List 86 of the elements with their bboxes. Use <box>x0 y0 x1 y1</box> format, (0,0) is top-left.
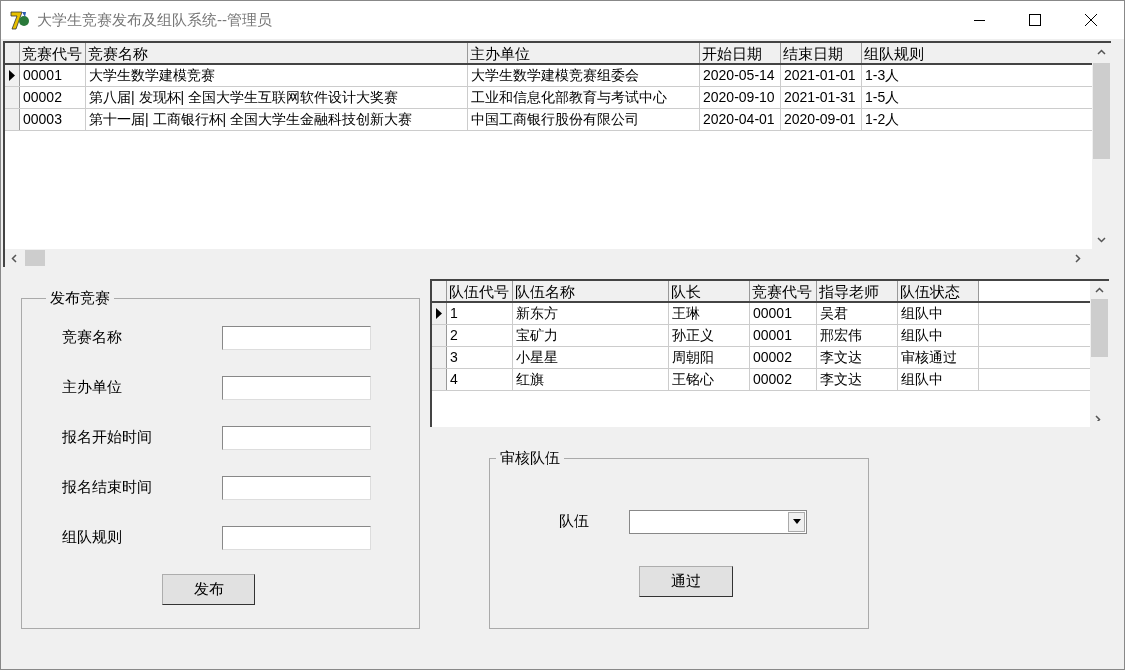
table-cell: 第八届| 发现杯| 全国大学生互联网软件设计大奖赛 <box>86 87 468 108</box>
table-cell: 组队中 <box>898 303 979 324</box>
field-label: 主办单位 <box>62 377 123 398</box>
column-header[interactable]: 队伍代号 <box>447 281 513 301</box>
table-cell: 2020-09-01 <box>781 109 862 130</box>
publish-button[interactable]: 发布 <box>162 573 255 605</box>
field-label: 报名结束时间 <box>62 477 153 498</box>
table-cell: 2020-09-10 <box>700 87 781 108</box>
table-cell: 王琳 <box>669 303 750 324</box>
input-field[interactable] <box>222 325 371 350</box>
header-corner <box>5 43 20 63</box>
column-header[interactable]: 竞赛代号 <box>750 281 817 301</box>
scroll-thumb[interactable] <box>1093 63 1110 159</box>
column-header[interactable]: 结束日期 <box>781 43 862 63</box>
row-indicator[interactable] <box>5 65 20 86</box>
table-cell: 00002 <box>20 87 86 108</box>
table-cell: 2020-05-14 <box>700 65 781 86</box>
scroll-left-icon[interactable] <box>11 253 17 263</box>
input-field[interactable] <box>222 425 371 450</box>
input-field[interactable] <box>222 375 371 400</box>
maximize-icon <box>1029 14 1041 26</box>
column-header[interactable]: 开始日期 <box>700 43 781 63</box>
column-header[interactable]: 队伍状态 <box>898 281 979 301</box>
group-title: 发布竞赛 <box>49 288 111 308</box>
window-title: 大学生竞赛发布及组队系统--管理员 <box>37 9 272 30</box>
table-cell: 00003 <box>20 109 86 130</box>
table-cell: 审核通过 <box>898 347 979 368</box>
table-cell: 3 <box>447 347 513 368</box>
table-cell: 孙正义 <box>669 325 750 346</box>
input-field[interactable] <box>222 475 371 500</box>
column-header[interactable]: 指导老师 <box>817 281 898 301</box>
team-label: 队伍 <box>559 511 589 532</box>
table-cell: 2021-01-01 <box>781 65 862 86</box>
table-cell: 第十一届| 工商银行杯| 全国大学生金融科技创新大赛 <box>86 109 468 130</box>
row-indicator[interactable] <box>432 303 447 324</box>
app-logo-icon <box>9 9 31 31</box>
scroll-up-icon[interactable] <box>1097 49 1106 55</box>
column-header[interactable]: 竞赛代号 <box>20 43 86 63</box>
table-cell: 李文达 <box>817 347 898 368</box>
current-row-icon <box>436 308 442 319</box>
table-cell: 大学生数学建模竞赛 <box>86 65 468 86</box>
table-cell: 大学生数学建模竞赛组委会 <box>468 65 700 86</box>
table-cell: 2 <box>447 325 513 346</box>
table-cell: 组队中 <box>898 325 979 346</box>
column-header[interactable]: 队伍名称 <box>513 281 669 301</box>
table-cell: 00001 <box>750 325 817 346</box>
dropdown-button[interactable] <box>788 511 805 532</box>
scroll-thumb[interactable] <box>25 250 45 266</box>
table-cell: 周朝阳 <box>669 347 750 368</box>
table-cell: 邢宏伟 <box>817 325 898 346</box>
table-cell: 工业和信息化部教育与考试中心 <box>468 87 700 108</box>
column-header[interactable]: 竞赛名称 <box>86 43 468 63</box>
input-field[interactable] <box>222 525 371 550</box>
table-cell: 00002 <box>750 369 817 390</box>
table-cell: 00001 <box>750 303 817 324</box>
field-label: 组队规则 <box>62 527 123 548</box>
table-cell: 组队中 <box>898 369 979 390</box>
dropdown-arrow-icon <box>792 519 801 524</box>
table-cell: 00001 <box>20 65 86 86</box>
scroll-up-icon[interactable] <box>1095 287 1104 293</box>
table-cell: 红旗 <box>513 369 669 390</box>
table-cell: 00002 <box>750 347 817 368</box>
column-header[interactable]: 主办单位 <box>468 43 700 63</box>
current-row-icon <box>9 70 15 81</box>
column-header[interactable]: 组队规则 <box>862 43 1092 63</box>
header-corner <box>432 281 447 301</box>
table-cell: 李文达 <box>817 369 898 390</box>
table-cell: 中国工商银行股份有限公司 <box>468 109 700 130</box>
table-cell: 2021-01-31 <box>781 87 862 108</box>
table-cell: 新东方 <box>513 303 669 324</box>
field-label: 报名开始时间 <box>62 427 153 448</box>
group-title: 审核队伍 <box>499 448 561 468</box>
scroll-right-icon[interactable] <box>1075 253 1081 263</box>
table-cell: 小星星 <box>513 347 669 368</box>
field-label: 竞赛名称 <box>62 327 123 348</box>
table-cell: 4 <box>447 369 513 390</box>
approve-button[interactable]: 通过 <box>639 565 733 597</box>
minimize-icon <box>973 19 985 21</box>
table-cell: 1 <box>447 303 513 324</box>
close-icon <box>1085 14 1097 26</box>
table-cell: 宝矿力 <box>513 325 669 346</box>
table-cell: 王铭心 <box>669 369 750 390</box>
scroll-thumb[interactable] <box>1091 299 1108 357</box>
column-header[interactable]: 队长 <box>669 281 750 301</box>
table-cell: 2020-04-01 <box>700 109 781 130</box>
table-cell: 吴君 <box>817 303 898 324</box>
